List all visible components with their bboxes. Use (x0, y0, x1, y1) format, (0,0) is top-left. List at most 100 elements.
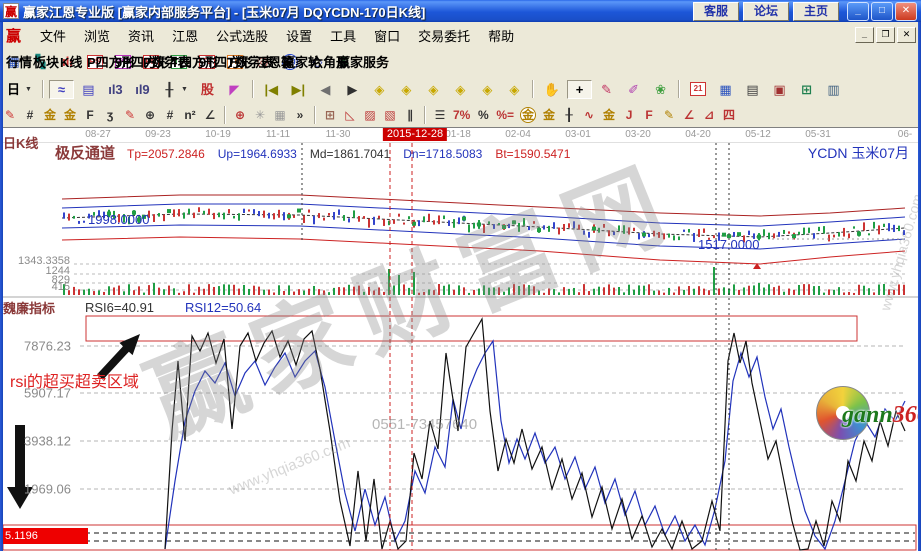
menu-item-0[interactable]: 文件 (31, 27, 75, 46)
percent-line-tool[interactable]: %= (493, 107, 517, 124)
last-bar-button[interactable]: ▶| (286, 80, 311, 99)
calendar-icon: 21 (690, 82, 706, 96)
j-line-tool[interactable]: J (619, 107, 639, 124)
parallel-lines-tool[interactable]: ∥ (400, 107, 420, 124)
fan-lines-tool[interactable]: ◺ (340, 107, 360, 124)
zoom-right-button[interactable]: ◈ (394, 80, 419, 99)
wave-tool[interactable]: ∿ (579, 107, 599, 124)
gold-grid-tool[interactable]: 金 (40, 107, 60, 124)
four-line-tool[interactable]: 四 (719, 107, 739, 124)
rsi-axis-label-2: 3938.12 (24, 434, 71, 449)
selected-date[interactable]: 2015-12-28 (383, 128, 447, 141)
gold-circle-tool[interactable]: 金 (517, 106, 539, 124)
candle-style-button[interactable]: ╂▼ (157, 80, 193, 99)
menu-item-6[interactable]: 工具 (321, 27, 365, 46)
menu-item-3[interactable]: 江恩 (163, 27, 207, 46)
speed-line-tool[interactable]: ∠ (679, 107, 699, 124)
title-bar[interactable]: 赢 赢家江恩专业版 [赢家内部服务平台] - [玉米07月 DQYCDN-170… (0, 0, 921, 22)
menu-item-7[interactable]: 窗口 (365, 27, 409, 46)
hash-tool[interactable]: # (160, 107, 180, 124)
square-frame-tool[interactable]: ⊞ (320, 107, 340, 124)
sub-chart-9-button[interactable]: ıl9 (130, 80, 155, 99)
f-grid-tool[interactable]: F (80, 107, 100, 124)
starburst-tool[interactable]: ✳ (250, 107, 270, 124)
gold-pencil-tool[interactable]: ✎ (659, 107, 679, 124)
export-button[interactable]: ⊞ (794, 80, 819, 99)
candle-pen-tool[interactable]: ╂ (559, 107, 579, 124)
mdi-minimize-button[interactable]: _ (855, 27, 874, 43)
seven-percent-tool[interactable]: 7% (450, 107, 473, 124)
percent-tool[interactable]: % (473, 107, 493, 124)
menu-item-2[interactable]: 资讯 (119, 27, 163, 46)
toolbar-separator (252, 80, 254, 98)
color-chart-button[interactable]: ◤ (222, 80, 247, 99)
mark-pencil-tool[interactable]: ✎ (120, 107, 140, 124)
zoom-left-button[interactable]: ◈ (367, 80, 392, 99)
menu-item-5[interactable]: 设置 (277, 27, 321, 46)
save-button[interactable]: ▣ (767, 80, 792, 99)
brain-button[interactable]: ❀ (648, 80, 673, 99)
crosshair-button[interactable]: + (567, 80, 592, 99)
toolbar-separator (224, 106, 226, 124)
sub-chart-3-button[interactable]: ıl3 (103, 80, 128, 99)
measure-pen-button[interactable]: ✎ (594, 80, 619, 99)
menu-item-1[interactable]: 浏览 (75, 27, 119, 46)
prev-bar-button[interactable]: ◀ (313, 80, 338, 99)
eraser-button[interactable]: ✐ (621, 80, 646, 99)
expand-all-button[interactable]: ◈ (475, 80, 500, 99)
calendar-button[interactable]: 21 (685, 80, 711, 98)
pan-hand-button[interactable]: ✋ (539, 80, 565, 99)
gold-bar-tool[interactable]: 金 (599, 107, 619, 124)
logo-text-360: 360 (893, 402, 921, 428)
resistance-tool[interactable]: ⊿ (699, 107, 719, 124)
ruler-tool[interactable]: ☰ (430, 107, 450, 124)
period-selector[interactable]: 日▼ (1, 80, 37, 99)
expand-h-button[interactable]: ◈ (421, 80, 446, 99)
floppy-icon: ▣ (772, 82, 787, 97)
spiral-grid-tool[interactable]: ʒ (100, 107, 120, 124)
window-controls: _□✕ (847, 2, 917, 21)
quick-button-1[interactable]: 论坛 (743, 2, 789, 21)
pencil-tool[interactable]: ✎ (0, 107, 20, 124)
quick-button-2[interactable]: 主页 (793, 2, 839, 21)
info-view-button[interactable]: ▤ (76, 80, 101, 99)
shrink-all-button[interactable]: ◈ (502, 80, 527, 99)
gold-lines-tool[interactable]: 金 (539, 107, 559, 124)
notes-button[interactable]: ▤ (740, 80, 765, 99)
print-button[interactable]: ▥ (821, 80, 846, 99)
minimize-button[interactable]: _ (847, 2, 869, 21)
gold-grid-2-tool[interactable]: 金 (60, 107, 80, 124)
printer-icon: ▥ (826, 82, 841, 97)
mdi-restore-button[interactable]: ❐ (876, 27, 895, 43)
f-line-tool[interactable]: F (639, 107, 659, 124)
next-bar-button[interactable]: ▶ (340, 80, 365, 99)
quick-button-0[interactable]: 客服 (693, 2, 739, 21)
channel-view-button[interactable]: ≈ (49, 80, 74, 99)
grid-tool[interactable]: # (20, 107, 40, 124)
target-tool[interactable]: ⊕ (230, 107, 250, 124)
rsi-axis-label-0: 7876.23 (24, 339, 71, 354)
mdi-close-button[interactable]: ✕ (897, 27, 916, 43)
menu-item-9[interactable]: 帮助 (479, 27, 523, 46)
menu-item-4[interactable]: 公式选股 (207, 27, 277, 46)
dense-grid-tool[interactable]: ▦ (270, 107, 290, 124)
compass-tool[interactable]: ⊕ (140, 107, 160, 124)
n-square-tool[interactable]: n² (180, 107, 200, 124)
calculator-button[interactable]: ▦ (713, 80, 738, 99)
maximize-button[interactable]: □ (871, 2, 893, 21)
stock-swap-button[interactable]: 股 (195, 80, 220, 99)
hatch-box-2-tool[interactable]: ▧ (380, 107, 400, 124)
more-tools[interactable]: » (290, 107, 310, 124)
indicator-param-3: Dn=1718.5083 (403, 147, 482, 161)
hatch-box-tool[interactable]: ▨ (360, 107, 380, 124)
sectors-button-label: 板块 (33, 52, 59, 71)
date-tick-1: 09-23 (145, 129, 171, 140)
chart-area[interactable]: 08-2709-2310-1911-1111-3001-1802-0403-01… (0, 127, 921, 551)
shrink-h-button[interactable]: ◈ (448, 80, 473, 99)
quotes-button[interactable]: ▦行情 (1, 52, 26, 71)
menu-item-8[interactable]: 交易委托 (409, 27, 479, 46)
p-square-button[interactable]: PSP四方形 (82, 53, 108, 71)
first-bar-button[interactable]: |◀ (259, 80, 284, 99)
angle-tool[interactable]: ∠ (200, 107, 220, 124)
close-button[interactable]: ✕ (895, 2, 917, 21)
